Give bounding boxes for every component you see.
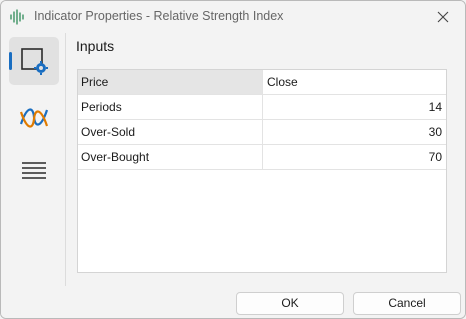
sidebar-item-inputs[interactable] (9, 37, 59, 85)
waveform-app-icon (9, 9, 27, 25)
section-title: Inputs (76, 38, 115, 54)
dialog-window: Indicator Properties - Relative Strength… (0, 0, 466, 319)
inputs-grid: Price Close Periods 14 Over-Sold 30 Over… (77, 69, 447, 273)
close-button[interactable] (421, 1, 465, 33)
sidebar (1, 33, 66, 286)
grid-row-over-sold[interactable]: Over-Sold 30 (78, 120, 446, 145)
price-value-field[interactable]: Close (263, 70, 446, 94)
over-bought-value-field[interactable]: 70 (263, 145, 446, 169)
sidebar-item-style[interactable] (9, 94, 59, 142)
periods-value-field[interactable]: 14 (263, 95, 446, 119)
grid-row-over-bought[interactable]: Over-Bought 70 (78, 145, 446, 170)
sidebar-item-levels[interactable] (9, 147, 59, 195)
levels-lines-icon (22, 162, 46, 179)
close-icon (437, 11, 449, 23)
settings-square-icon (21, 48, 48, 75)
grid-row-periods[interactable]: Periods 14 (78, 95, 446, 120)
over-sold-value-field[interactable]: 30 (263, 120, 446, 144)
cancel-button[interactable]: Cancel (353, 292, 461, 315)
input-label: Price (78, 70, 263, 94)
input-label: Over-Sold (78, 120, 263, 144)
title-bar: Indicator Properties - Relative Strength… (1, 1, 465, 33)
window-title: Indicator Properties - Relative Strength… (34, 9, 284, 23)
wave-icon (19, 108, 49, 128)
ok-button[interactable]: OK (236, 292, 344, 315)
input-label: Periods (78, 95, 263, 119)
grid-row-price[interactable]: Price Close (78, 70, 446, 95)
input-label: Over-Bought (78, 145, 263, 169)
active-indicator (9, 52, 12, 70)
